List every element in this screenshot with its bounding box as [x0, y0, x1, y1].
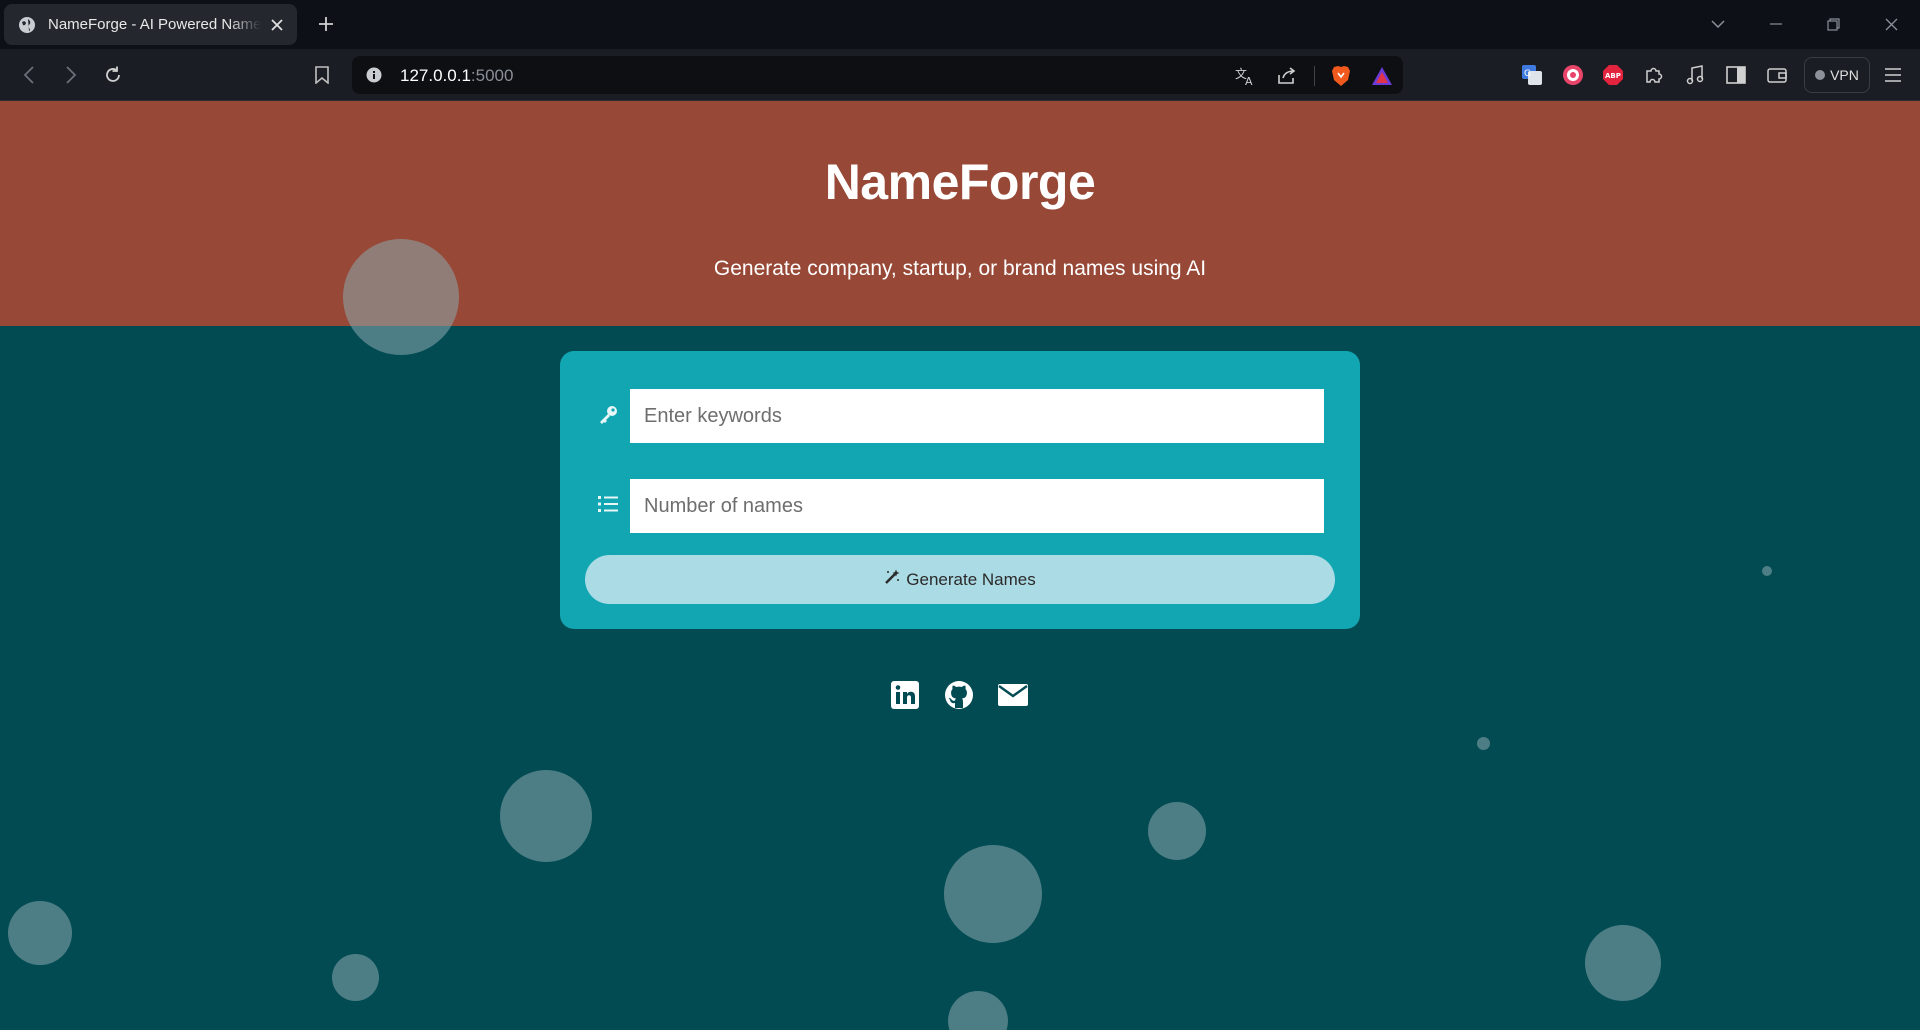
bookmark-icon[interactable]	[309, 62, 335, 88]
decorative-bubble	[1585, 925, 1661, 1001]
magic-wand-icon	[884, 569, 900, 590]
music-icon[interactable]	[1682, 62, 1708, 88]
github-icon[interactable]	[944, 680, 974, 710]
name-count-input[interactable]	[630, 479, 1324, 533]
puzzle-icon[interactable]	[1641, 62, 1667, 88]
adblock-icon[interactable]: ABP	[1600, 62, 1626, 88]
keywords-input[interactable]	[630, 389, 1324, 443]
brave-rewards-icon[interactable]	[1369, 63, 1395, 89]
close-tab-icon[interactable]	[267, 15, 287, 35]
browser-toolbar: 127.0.0.1:5000 文A G ABP VPN	[0, 49, 1920, 101]
generate-names-button[interactable]: Generate Names	[585, 555, 1335, 604]
forward-icon[interactable]	[58, 62, 84, 88]
new-tab-icon[interactable]	[314, 12, 338, 36]
record-extension-icon[interactable]	[1560, 62, 1586, 88]
mail-icon[interactable]	[998, 680, 1028, 710]
share-icon[interactable]	[1274, 63, 1300, 89]
menu-icon[interactable]	[1880, 62, 1906, 88]
globe-icon	[18, 16, 36, 34]
vpn-label: VPN	[1830, 67, 1859, 83]
decorative-bubble	[343, 239, 459, 355]
decorative-bubble	[1477, 737, 1490, 750]
translate-extension-icon[interactable]: G	[1519, 62, 1545, 88]
sidebar-icon[interactable]	[1723, 62, 1749, 88]
generate-names-label: Generate Names	[906, 569, 1036, 589]
brave-shields-icon[interactable]	[1328, 63, 1354, 89]
site-info-icon[interactable]	[366, 67, 382, 83]
decorative-bubble	[8, 901, 72, 965]
back-icon[interactable]	[16, 62, 42, 88]
reload-icon[interactable]	[100, 62, 126, 88]
svg-text:A: A	[1245, 75, 1253, 86]
vpn-button[interactable]: VPN	[1804, 57, 1870, 93]
minimize-icon[interactable]	[1764, 12, 1788, 36]
address-bar[interactable]: 127.0.0.1:5000 文A	[352, 56, 1403, 94]
vpn-status-icon	[1815, 70, 1826, 80]
wallet-icon[interactable]	[1764, 62, 1790, 88]
decorative-bubble	[500, 770, 592, 862]
decorative-bubble	[1148, 802, 1206, 860]
tab-search-chevron-icon[interactable]	[1706, 12, 1730, 36]
decorative-bubble	[332, 954, 379, 1001]
svg-text:ABP: ABP	[1605, 72, 1621, 80]
browser-tab[interactable]: NameForge - AI Powered Name Generator	[4, 4, 297, 45]
key-icon	[596, 403, 620, 427]
page-subtitle: Generate company, startup, or brand name…	[713, 257, 1207, 280]
close-window-icon[interactable]	[1879, 12, 1903, 36]
svg-text:G: G	[1524, 69, 1531, 79]
page-title: NameForge	[824, 154, 1096, 210]
name-generator-form: Generate Names	[560, 351, 1360, 629]
decorative-bubble	[1762, 566, 1772, 576]
list-icon	[596, 492, 620, 516]
decorative-bubble	[948, 991, 1008, 1030]
translate-icon[interactable]: 文A	[1233, 63, 1259, 89]
tab-title: NameForge - AI Powered Name Generator	[48, 16, 261, 33]
page-content: NameForge Generate company, startup, or …	[0, 101, 1920, 1030]
decorative-bubble	[944, 845, 1042, 943]
url-text: 127.0.0.1:5000	[400, 66, 514, 85]
toolbar-divider	[1314, 66, 1315, 86]
social-links	[890, 680, 1028, 710]
browser-tab-bar: NameForge - AI Powered Name Generator	[0, 0, 1920, 49]
hero-header: NameForge Generate company, startup, or …	[0, 101, 1920, 326]
restore-icon[interactable]	[1821, 12, 1845, 36]
linkedin-icon[interactable]	[890, 680, 920, 710]
